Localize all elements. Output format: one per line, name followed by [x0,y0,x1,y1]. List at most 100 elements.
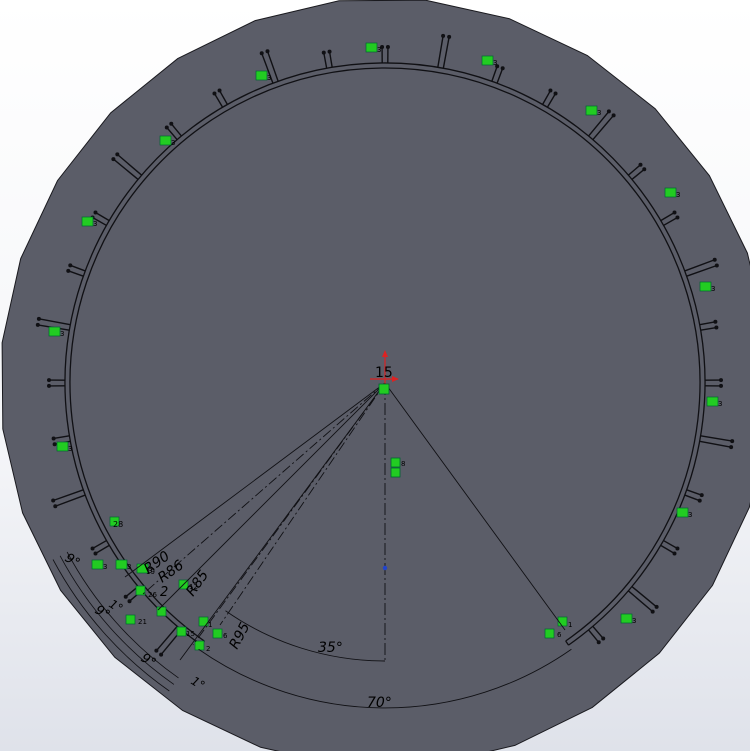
tooth-endpoint[interactable] [159,653,163,657]
relation-icon [545,629,554,638]
equal-count: 3 [60,330,64,338]
tooth-endpoint[interactable] [719,384,723,388]
angle-dimension-35[interactable]: 35° [318,640,343,656]
tooth-endpoint[interactable] [554,91,558,95]
tooth-endpoint[interactable] [501,66,505,70]
tooth-endpoint[interactable] [713,320,717,324]
tooth-endpoint[interactable] [673,552,677,556]
relation-label-28: 28 [113,520,123,529]
origin-label: 15 [375,365,393,381]
relation-label-12: 12 [189,583,198,591]
tooth-endpoint[interactable] [700,493,704,497]
relation-label-1b: 1 [568,621,572,629]
relation-label-2: 2 [206,645,210,653]
tooth-endpoint[interactable] [715,264,719,268]
tooth-endpoint[interactable] [597,640,601,644]
pattern-count[interactable]: 2 [160,585,168,600]
sketch-canvas[interactable]: 3333333333333333 15 8 35° 70° R95 R90 R8… [0,0,750,751]
tooth-endpoint[interactable] [218,89,222,93]
equal-icon [586,106,597,115]
equal-icon [256,71,267,80]
relation-icon [126,615,135,624]
equal-count: 3 [127,563,131,571]
tooth-endpoint[interactable] [441,34,445,38]
equal-icon [677,508,688,517]
equal-count: 3 [267,74,271,82]
tooth-endpoint[interactable] [36,323,40,327]
tooth-endpoint[interactable] [612,113,616,117]
tooth-endpoint[interactable] [673,210,677,214]
equal-count: 3 [68,445,72,453]
tooth-endpoint[interactable] [322,51,326,55]
equal-icon [92,560,103,569]
tooth-endpoint[interactable] [51,499,55,503]
equal-icon [82,217,93,226]
equal-icon [49,327,60,336]
tooth-endpoint[interactable] [66,269,70,273]
tooth-endpoint[interactable] [698,499,702,503]
tooth-endpoint[interactable] [730,439,734,443]
equal-count: 3 [711,285,715,293]
vertical-icon-2[interactable] [391,468,400,477]
tooth-endpoint[interactable] [655,605,659,609]
graphics-viewport[interactable]: 3333333333333333 15 8 35° 70° R95 R90 R8… [0,0,750,751]
tooth-endpoint[interactable] [601,636,605,640]
equal-count: 3 [171,139,175,147]
relation-label-21: 21 [138,618,147,626]
tooth-endpoint[interactable] [260,51,264,55]
tooth-endpoint[interactable] [115,152,119,156]
tooth-endpoint[interactable] [607,109,611,113]
tooth-endpoint[interactable] [638,163,642,167]
arc-center-point[interactable] [383,566,387,570]
tooth-endpoint[interactable] [37,317,41,321]
equal-count: 3 [688,511,692,519]
tooth-endpoint[interactable] [165,126,169,130]
coincident-icon[interactable] [379,384,389,394]
tooth-endpoint[interactable] [642,167,646,171]
tooth-endpoint[interactable] [328,50,332,54]
tooth-endpoint[interactable] [53,504,57,508]
relation-label-1: 1 [208,621,212,629]
tooth-endpoint[interactable] [169,122,173,126]
vertical-icon[interactable] [391,458,400,467]
equal-icon [57,442,68,451]
relation-icon [177,627,186,636]
tooth-endpoint[interactable] [675,546,679,550]
tooth-endpoint[interactable] [729,445,733,449]
tooth-endpoint[interactable] [713,258,717,262]
relation-label-6b: 6 [557,631,562,639]
equal-icon [160,136,171,145]
tooth-endpoint[interactable] [111,157,115,161]
tooth-endpoint[interactable] [386,45,390,49]
equal-count: 3 [676,191,680,199]
equal-icon [482,56,493,65]
tooth-endpoint[interactable] [128,599,132,603]
tooth-endpoint[interactable] [212,91,216,95]
equal-icon [707,397,718,406]
tooth-endpoint[interactable] [719,378,723,382]
tooth-endpoint[interactable] [548,89,552,93]
tooth-endpoint[interactable] [714,326,718,330]
relation-icon [213,629,222,638]
tooth-endpoint[interactable] [91,546,95,550]
tooth-endpoint[interactable] [675,216,679,220]
tooth-endpoint[interactable] [47,378,51,382]
tooth-endpoint[interactable] [47,384,51,388]
relation-label-6: 6 [223,632,228,640]
equal-count: 3 [103,563,107,571]
tooth-endpoint[interactable] [68,263,72,267]
tooth-endpoint[interactable] [93,210,97,214]
tooth-endpoint[interactable] [52,436,56,440]
relation-label-26: 26 [148,591,157,599]
tooth-endpoint[interactable] [266,49,270,53]
tooth-endpoint[interactable] [651,610,655,614]
tooth-endpoint[interactable] [93,552,97,556]
equal-icon [621,614,632,623]
tooth-endpoint[interactable] [154,649,158,653]
relation-icon [195,641,204,650]
tooth-endpoint[interactable] [53,442,57,446]
tooth-endpoint[interactable] [447,35,451,39]
angle-dimension-70[interactable]: 70° [367,695,392,711]
equal-icon [116,560,127,569]
tooth-endpoint[interactable] [124,595,128,599]
